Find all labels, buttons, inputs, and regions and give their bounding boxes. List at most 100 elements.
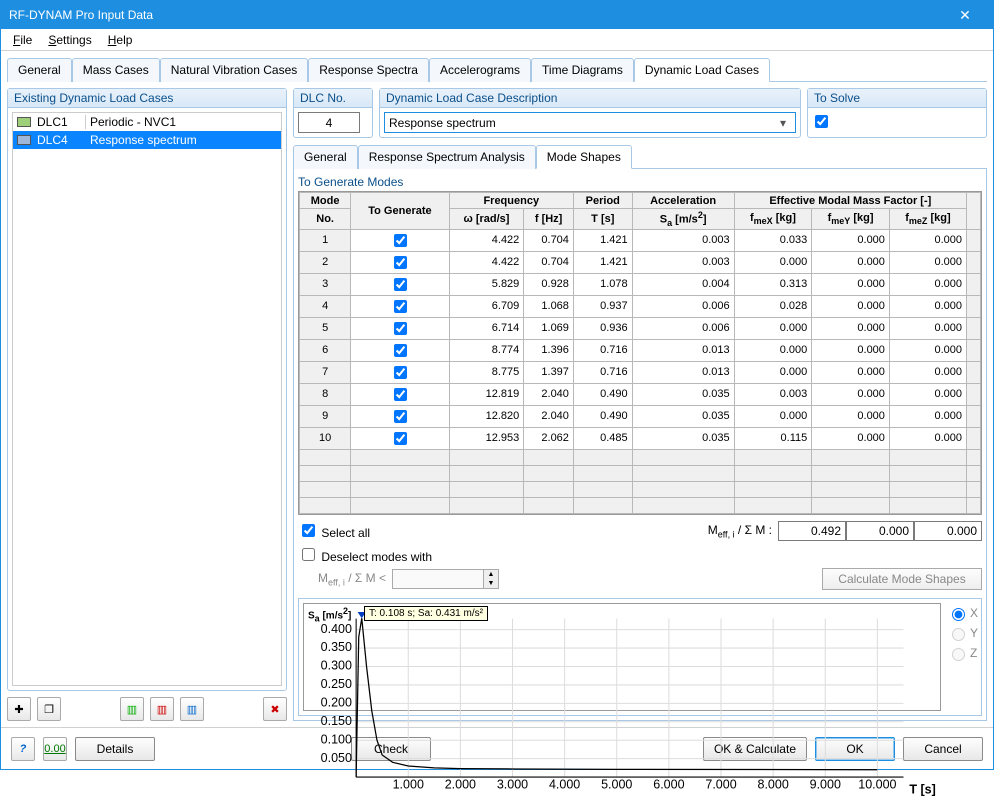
svg-text:3.000: 3.000 — [497, 777, 528, 791]
table-row[interactable]: 35.8290.9281.0780.0040.3130.0000.000 — [300, 273, 981, 295]
svg-text:0.150: 0.150 — [321, 714, 352, 728]
gen-checkbox[interactable] — [394, 234, 407, 247]
svg-text:1.000: 1.000 — [393, 777, 424, 791]
svg-text:0.200: 0.200 — [321, 695, 352, 709]
modes-table[interactable]: Mode To Generate Frequency Period Accele… — [299, 192, 981, 514]
tab-mass-cases[interactable]: Mass Cases — [72, 58, 160, 82]
col-omega: ω [rad/s] — [449, 209, 524, 230]
spectrum-chart[interactable]: 0.0500.1000.1500.2000.2500.3000.3500.400… — [303, 603, 941, 711]
help-icon[interactable]: ? — [11, 737, 35, 761]
svg-text:0.100: 0.100 — [321, 732, 352, 746]
to-solve-label: To Solve — [808, 89, 986, 108]
table-row[interactable]: 56.7141.0690.9360.0060.0000.0000.000 — [300, 317, 981, 339]
col-freq: Frequency — [449, 193, 573, 209]
col-fhz: f [Hz] — [524, 209, 574, 230]
svg-text:0.250: 0.250 — [321, 677, 352, 691]
svg-text:T [s]: T [s] — [909, 783, 935, 797]
calc-mode-shapes-button: Calculate Mode Shapes — [822, 568, 982, 590]
axis-z-radio[interactable]: Z — [947, 645, 977, 661]
deselect-threshold: ▲▼ — [392, 569, 499, 589]
dlc-code: DLC4 — [35, 133, 85, 147]
tab-accelerograms[interactable]: Accelerograms — [429, 58, 531, 82]
deselect-checkbox[interactable] — [302, 548, 315, 561]
col-accel: Acceleration — [632, 193, 734, 209]
dlc-no-input[interactable] — [298, 112, 360, 133]
tab-dynamic-load-cases[interactable]: Dynamic Load Cases — [634, 58, 770, 82]
color-swatch — [17, 117, 31, 127]
titlebar: RF-DYNAM Pro Input Data ✕ — [1, 1, 993, 29]
chart-tooltip: T: 0.108 s; Sa: 0.431 m/s² — [364, 606, 488, 621]
meff-z: 0.000 — [914, 521, 982, 541]
col-spacer — [967, 193, 981, 230]
close-icon[interactable]: ✕ — [945, 7, 985, 24]
dlc-desc-label: Dynamic Load Case Description — [380, 89, 800, 108]
svg-text:0.050: 0.050 — [321, 751, 352, 765]
svg-text:9.000: 9.000 — [810, 777, 841, 791]
units-icon[interactable]: 0.00 — [43, 737, 67, 761]
window-title: RF-DYNAM Pro Input Data — [9, 8, 153, 22]
table-row[interactable]: 1012.9532.0620.4850.0350.1150.0000.000 — [300, 427, 981, 449]
uncheck-icon[interactable]: ▥ — [150, 697, 174, 721]
svg-text:7.000: 7.000 — [705, 777, 736, 791]
to-solve-checkbox[interactable] — [815, 115, 828, 128]
select-all-checkbox[interactable] — [302, 524, 315, 537]
menu-help[interactable]: Help — [102, 31, 139, 49]
svg-text:4.000: 4.000 — [549, 777, 580, 791]
svg-text:8.000: 8.000 — [758, 777, 789, 791]
gen-checkbox[interactable] — [394, 344, 407, 357]
color-swatch — [17, 135, 31, 145]
select-all-label[interactable]: Select all — [298, 521, 370, 540]
gen-checkbox[interactable] — [394, 432, 407, 445]
menu-settings[interactable]: Settings — [42, 31, 97, 49]
gen-checkbox[interactable] — [394, 366, 407, 379]
tab-natural-vibration-cases[interactable]: Natural Vibration Cases — [160, 58, 309, 82]
table-row[interactable]: 78.7751.3970.7160.0130.0000.0000.000 — [300, 361, 981, 383]
gen-checkbox[interactable] — [394, 256, 407, 269]
main-tabstrip: GeneralMass CasesNatural Vibration Cases… — [7, 57, 987, 82]
subtab-mode-shapes[interactable]: Mode Shapes — [536, 145, 632, 169]
col-no: No. — [300, 209, 351, 230]
table-row[interactable]: 912.8202.0400.4900.0350.0000.0000.000 — [300, 405, 981, 427]
tab-general[interactable]: General — [7, 58, 72, 82]
spin-up-icon: ▲ — [484, 570, 498, 579]
axis-y-radio[interactable]: Y — [947, 625, 977, 641]
gen-checkbox[interactable] — [394, 388, 407, 401]
new-icon[interactable]: ✚ — [7, 697, 31, 721]
tab-time-diagrams[interactable]: Time Diagrams — [531, 58, 634, 82]
svg-text:0.350: 0.350 — [321, 640, 352, 654]
subtab-response-spectrum-analysis[interactable]: Response Spectrum Analysis — [358, 145, 536, 169]
svg-text:0.300: 0.300 — [321, 658, 352, 672]
gen-checkbox[interactable] — [394, 322, 407, 335]
axis-x-radio[interactable]: X — [947, 605, 977, 621]
col-togen: To Generate — [351, 193, 449, 230]
menu-file[interactable]: File — [7, 31, 38, 49]
table-row[interactable]: 46.7091.0680.9370.0060.0280.0000.000 — [300, 295, 981, 317]
col-ts: T [s] — [573, 209, 632, 230]
spin-down-icon: ▼ — [484, 579, 498, 588]
sort-icon[interactable]: ▥ — [180, 697, 204, 721]
dlc-desc: Response spectrum — [85, 133, 281, 147]
table-row[interactable]: 24.4220.7041.4210.0030.0000.0000.000 — [300, 251, 981, 273]
details-button[interactable]: Details — [75, 737, 155, 761]
table-row[interactable]: 68.7741.3960.7160.0130.0000.0000.000 — [300, 339, 981, 361]
col-period: Period — [573, 193, 632, 209]
subtab-general[interactable]: General — [293, 145, 358, 169]
table-row[interactable]: 14.4220.7041.4210.0030.0330.0000.000 — [300, 229, 981, 251]
gen-checkbox[interactable] — [394, 300, 407, 313]
dlc-row-dlc4[interactable]: DLC4Response spectrum — [13, 131, 281, 149]
meff-label: Meff, i / Σ M : — [708, 523, 772, 539]
gen-checkbox[interactable] — [394, 278, 407, 291]
dlc-list[interactable]: DLC1Periodic - NVC1DLC4Response spectrum — [12, 112, 282, 686]
copy-icon[interactable]: ❐ — [37, 697, 61, 721]
chevron-down-icon: ▾ — [775, 116, 791, 130]
svg-text:0.400: 0.400 — [321, 622, 352, 636]
dlc-row-dlc1[interactable]: DLC1Periodic - NVC1 — [13, 113, 281, 131]
table-row[interactable]: 812.8192.0400.4900.0350.0030.0000.000 — [300, 383, 981, 405]
check-icon[interactable]: ▥ — [120, 697, 144, 721]
gen-checkbox[interactable] — [394, 410, 407, 423]
tab-response-spectra[interactable]: Response Spectra — [308, 58, 429, 82]
delete-icon[interactable]: ✖ — [263, 697, 287, 721]
deselect-threshold-input — [393, 570, 483, 588]
deselect-label[interactable]: Deselect modes with — [298, 545, 432, 564]
dlc-desc-combo[interactable]: Response spectrum ▾ — [384, 112, 796, 133]
